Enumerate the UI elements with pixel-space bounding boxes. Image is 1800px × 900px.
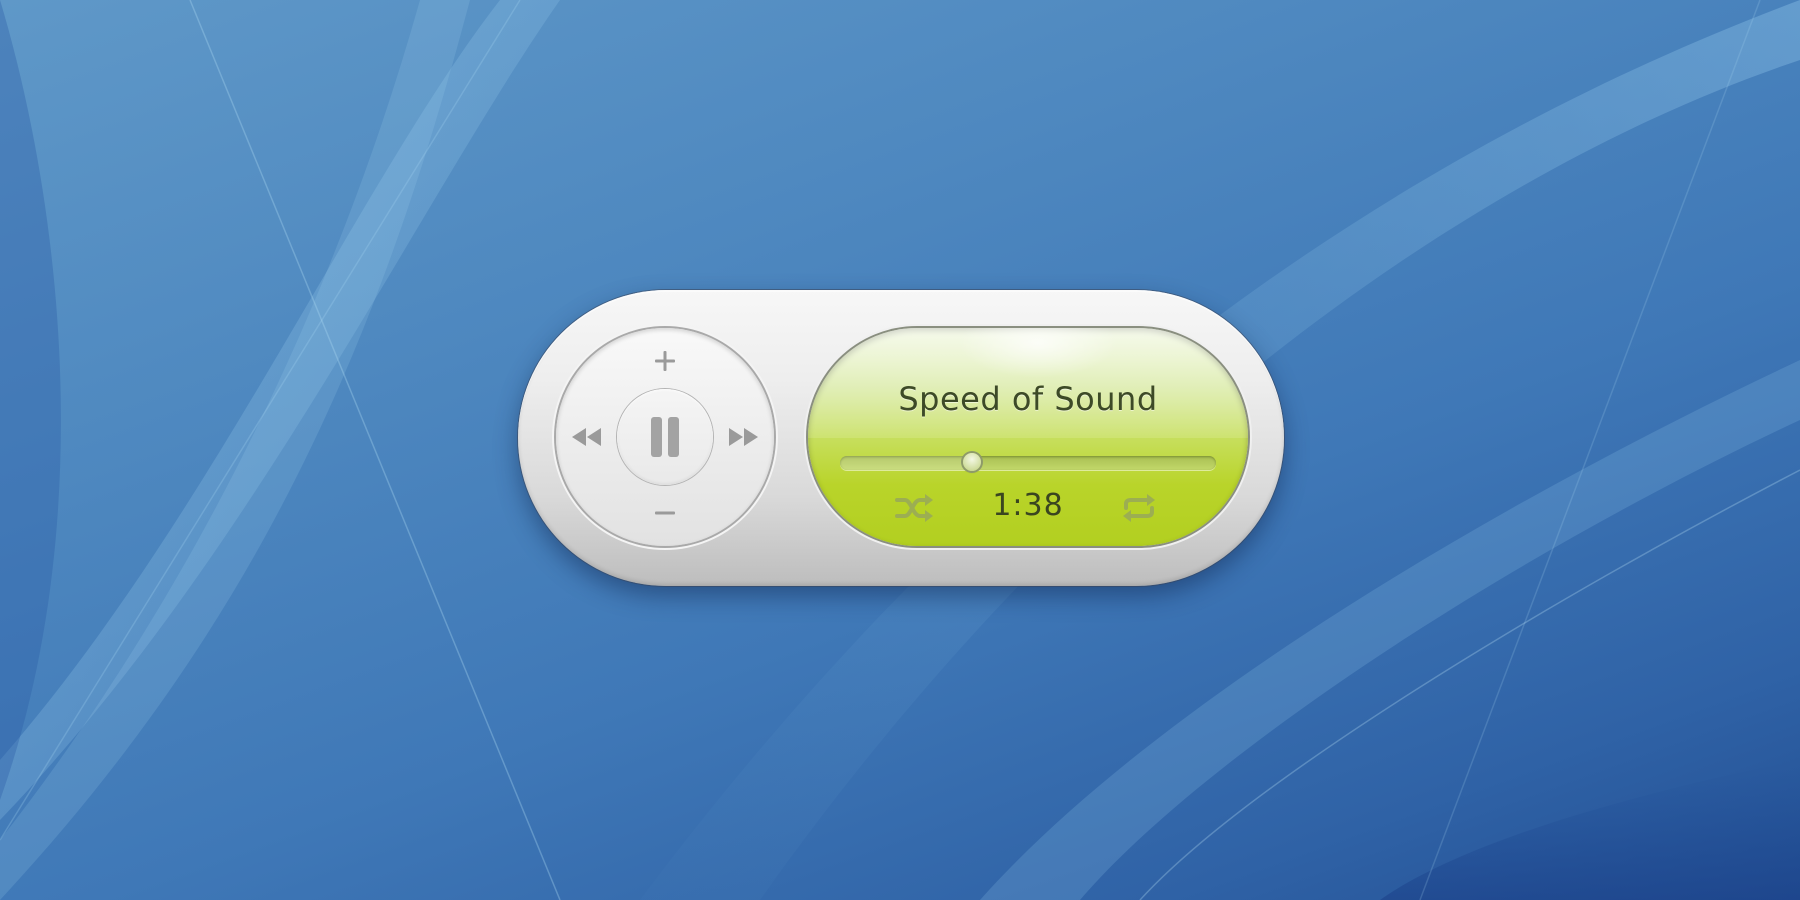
repeat-button[interactable]	[1118, 490, 1160, 526]
track-title: Speed of Sound	[898, 380, 1158, 418]
desktop-background: Speed of Sound 1:38	[0, 0, 1800, 900]
volume-up-button[interactable]	[650, 346, 680, 376]
pause-icon	[651, 417, 679, 457]
progress-fill	[840, 456, 972, 470]
shuffle-icon	[895, 494, 933, 522]
plus-icon	[655, 351, 675, 371]
elapsed-time: 1:38	[992, 488, 1064, 523]
lcd-glare	[958, 328, 1118, 378]
volume-down-button[interactable]	[650, 498, 680, 528]
click-wheel[interactable]	[556, 328, 774, 546]
progress-knob[interactable]	[962, 453, 981, 471]
progress-bar[interactable]	[840, 453, 1216, 471]
lcd-display: Speed of Sound 1:38	[808, 328, 1248, 546]
repeat-icon	[1123, 494, 1155, 522]
previous-track-button[interactable]	[568, 422, 606, 452]
minus-icon	[655, 511, 675, 515]
mini-player-widget: Speed of Sound 1:38	[518, 290, 1284, 586]
rewind-icon	[572, 428, 601, 446]
shuffle-button[interactable]	[894, 490, 936, 526]
play-pause-button[interactable]	[617, 389, 713, 485]
next-track-button[interactable]	[724, 422, 762, 452]
fast-forward-icon	[729, 428, 758, 446]
